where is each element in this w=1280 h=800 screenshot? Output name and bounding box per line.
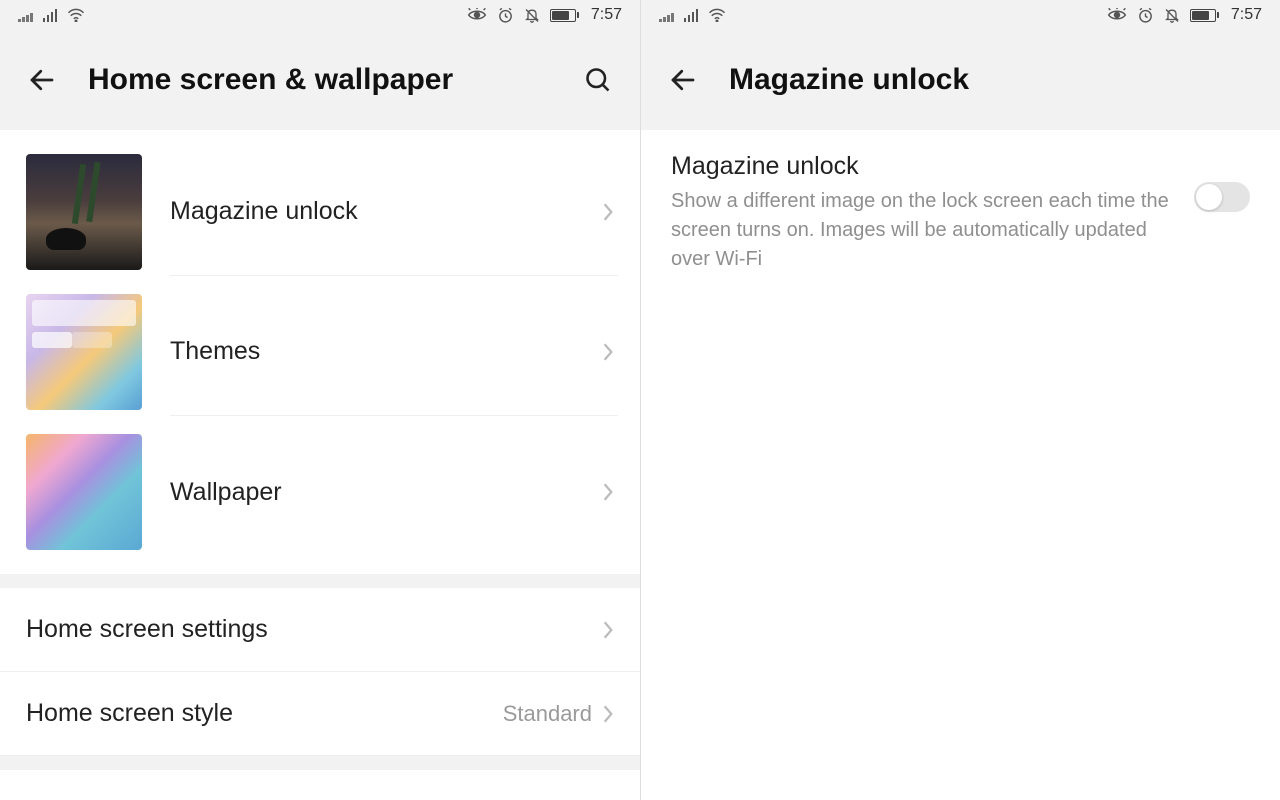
battery-icon: [1190, 9, 1219, 22]
header: Home screen & wallpaper: [0, 30, 640, 130]
chevron-icon: [602, 202, 614, 222]
status-time: 7:57: [591, 6, 622, 24]
alarm-icon: [1137, 7, 1154, 24]
back-button[interactable]: [22, 60, 62, 100]
section-divider: [0, 756, 640, 770]
thumb-magazine-unlock: [26, 154, 142, 270]
label-magazine-unlock: Magazine unlock: [170, 197, 358, 226]
eye-comfort-icon: [1107, 8, 1127, 22]
pane-home-screen-wallpaper: 7:57 Home screen & wallpaper Magazine un…: [0, 0, 640, 800]
page-title: Magazine unlock: [729, 63, 1258, 97]
row-home-screen-style[interactable]: Home screen style Standard: [0, 672, 640, 756]
wifi-icon: [708, 8, 726, 22]
pane-magazine-unlock: 7:57 Magazine unlock Magazine unlock Sho…: [640, 0, 1280, 800]
label-home-screen-style: Home screen style: [26, 699, 233, 728]
page-title: Home screen & wallpaper: [88, 63, 552, 97]
signal-2-icon: [43, 8, 58, 22]
header: Magazine unlock: [641, 30, 1280, 130]
battery-icon: [550, 9, 579, 22]
back-button[interactable]: [663, 60, 703, 100]
value-home-screen-style: Standard: [503, 701, 592, 727]
section-divider: [0, 574, 640, 588]
thumb-wallpaper: [26, 434, 142, 550]
search-button[interactable]: [578, 60, 618, 100]
dnd-icon: [1164, 7, 1180, 24]
dnd-icon: [524, 7, 540, 24]
status-bar: 7:57: [0, 0, 640, 30]
row-themes[interactable]: Themes: [0, 282, 640, 422]
label-themes: Themes: [170, 337, 260, 366]
setting-description: Show a different image on the lock scree…: [671, 187, 1170, 274]
status-time: 7:57: [1231, 6, 1262, 24]
chevron-icon: [602, 342, 614, 362]
alarm-icon: [497, 7, 514, 24]
signal-1-icon: [18, 8, 33, 22]
setting-magazine-unlock: Magazine unlock Show a different image o…: [641, 130, 1280, 296]
chevron-icon: [602, 482, 614, 502]
signal-2-icon: [684, 8, 699, 22]
row-magazine-unlock[interactable]: Magazine unlock: [0, 142, 640, 282]
row-wallpaper[interactable]: Wallpaper: [0, 422, 640, 562]
eye-comfort-icon: [467, 8, 487, 22]
row-home-screen-settings[interactable]: Home screen settings: [0, 588, 640, 672]
signal-1-icon: [659, 8, 674, 22]
chevron-icon: [602, 620, 614, 640]
wifi-icon: [67, 8, 85, 22]
chevron-icon: [602, 704, 614, 724]
row-lock-screen-signature[interactable]: Lock screen signature: [0, 770, 640, 800]
label-wallpaper: Wallpaper: [170, 478, 282, 507]
status-bar: 7:57: [641, 0, 1280, 30]
label-home-screen-settings: Home screen settings: [26, 615, 268, 644]
toggle-magazine-unlock[interactable]: [1194, 182, 1250, 212]
thumb-themes: [26, 294, 142, 410]
setting-title: Magazine unlock: [671, 152, 1170, 181]
